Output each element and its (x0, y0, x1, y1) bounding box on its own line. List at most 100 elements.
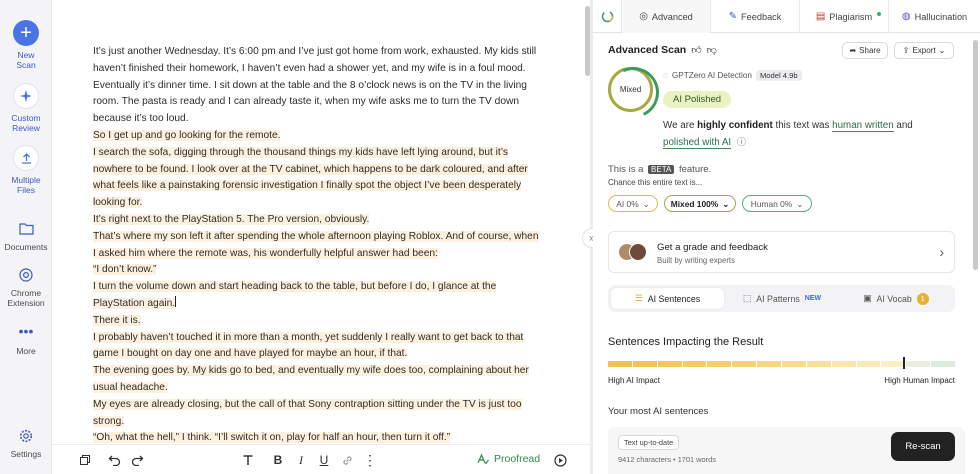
mixed-probability-chip[interactable]: Mixed 100% ⌄ (664, 195, 736, 212)
document-paragraph[interactable]: That’s where my son left it after spendi… (93, 229, 541, 263)
patterns-icon: ⬚ (742, 293, 752, 303)
gptzero-small-icon: ◌ (663, 71, 668, 80)
ai-sentences-label: AI Sentences (647, 293, 701, 304)
more-button[interactable]: ••• More (0, 324, 52, 356)
grade-title: Get a grade and feedback (657, 242, 768, 253)
document-paragraph[interactable]: So I get up and go looking for the remot… (93, 128, 541, 145)
chrome-extension-label: Chrome Extension (7, 288, 45, 308)
paragraph-text: I turn the volume down and start heading… (93, 281, 497, 309)
underline-icon: U (319, 453, 329, 467)
model-tag: Model 4.9b (755, 70, 802, 81)
ai-patterns-tab[interactable]: ⬚ AI Patterns NEW (726, 288, 838, 309)
impact-segment (782, 361, 806, 367)
ai-vocab-tab[interactable]: ▣ AI Vocab 1 (840, 288, 952, 309)
folder-icon (0, 222, 52, 238)
human-chip-label: Human 0% (750, 198, 793, 209)
underline-button[interactable]: U (316, 451, 332, 469)
vocab-icon: ▣ (863, 293, 872, 303)
info-icon[interactable]: ⓘ (737, 137, 746, 147)
proofread-button[interactable]: Proofread (477, 453, 540, 465)
paragraph-text: The evening goes by. My kids go to bed, … (93, 365, 529, 393)
up-to-date-badge: Text up-to-date (618, 435, 680, 450)
plus-icon: + (13, 20, 39, 46)
share-label: Share (859, 46, 881, 55)
ai-vocab-label: AI Vocab (876, 293, 912, 304)
polished-with-ai-link[interactable]: polished with AI (663, 137, 732, 149)
documents-button[interactable]: Documents (0, 222, 52, 252)
mixed-score-ring: Mixed (608, 67, 653, 112)
impact-segment (906, 361, 931, 367)
document-editor[interactable]: It’s just another Wednesday. It’s 6:00 p… (52, 0, 582, 474)
multiple-files-label: Multiple Files (11, 175, 41, 195)
document-paragraph[interactable]: It’s just another Wednesday. It’s 6:00 p… (93, 44, 541, 128)
thumbs-down-icon[interactable]: 👎︎ (707, 44, 717, 56)
italic-button[interactable]: I (293, 451, 309, 469)
document-paragraph[interactable]: It’s right next to the PlayStation 5. Th… (93, 212, 541, 229)
copy-button[interactable] (77, 451, 93, 469)
play-icon (553, 453, 567, 467)
vertical-dots-icon: ⋮ (363, 452, 377, 468)
chevron-down-icon: ⌄ (796, 198, 804, 209)
document-paragraph[interactable]: “I don’t know.” (93, 262, 541, 279)
tab-feedback[interactable]: ✎ Feedback (711, 0, 800, 33)
share-button[interactable]: ➦ Share (842, 42, 888, 59)
redo-icon (131, 455, 143, 466)
settings-button[interactable]: Settings (0, 429, 52, 459)
multiple-files-button[interactable]: Multiple Files (0, 145, 52, 195)
tab-plagiarism[interactable]: ▤ Plagiarism (800, 0, 889, 33)
thumbs-up-icon[interactable]: 👍︎ (691, 44, 701, 56)
paragraph-text: “Oh, what the hell,” I think. “I’ll swit… (93, 432, 451, 444)
impact-right-label: High Human Impact (884, 376, 955, 385)
bold-button[interactable]: B (270, 451, 286, 469)
panel-scrollbar[interactable] (973, 40, 978, 270)
human-probability-chip[interactable]: Human 0% ⌄ (742, 195, 812, 212)
paragraph-text: I probably haven’t touched it in more th… (93, 331, 524, 360)
document-paragraph[interactable]: I search the sofa, digging through the t… (93, 145, 541, 212)
document-paragraph[interactable]: There it is. (93, 313, 541, 330)
impact-segment (806, 361, 831, 367)
paragraph-text: I search the sofa, digging through the t… (93, 146, 528, 209)
tab-hallucination[interactable]: ◍ Hallucination (889, 0, 980, 33)
grade-feedback-card[interactable]: Get a grade and feedback Built by writin… (608, 231, 955, 273)
beta-pre: This is a (608, 164, 647, 175)
impact-segment (707, 361, 732, 367)
export-button[interactable]: ⇪ Export ⌄ (894, 42, 954, 59)
impact-segment (931, 361, 956, 367)
more-options-button[interactable]: ⋮ (363, 451, 377, 469)
tab-advanced-label: Advanced (651, 11, 693, 22)
ai-patterns-label: AI Patterns (756, 293, 800, 304)
share-icon: ➦ (849, 46, 857, 55)
undo-icon (108, 455, 120, 466)
ai-sentences-tab[interactable]: ☰ AI Sentences (611, 288, 724, 309)
chrome-extension-button[interactable]: Chrome Extension (0, 268, 52, 308)
play-button[interactable] (552, 451, 568, 469)
impact-segment (732, 361, 757, 367)
document-paragraph[interactable]: I turn the volume down and start heading… (93, 279, 541, 313)
link-button[interactable] (339, 451, 355, 469)
text-style-button[interactable] (240, 451, 256, 469)
more-label: More (16, 346, 36, 356)
confidence-and: and (893, 120, 913, 131)
vocab-count-badge: 1 (916, 292, 929, 305)
tab-logo[interactable] (593, 0, 622, 33)
document-stats: 9412 characters • 1701 words (618, 455, 716, 464)
document-text[interactable]: It’s just another Wednesday. It’s 6:00 p… (93, 44, 541, 447)
undo-button[interactable] (106, 451, 122, 469)
chevron-down-icon: ⌄ (642, 198, 650, 209)
ai-probability-chip[interactable]: AI 0% ⌄ (608, 195, 658, 212)
document-paragraph[interactable]: I probably haven’t touched it in more th… (93, 330, 541, 364)
document-paragraph[interactable]: My eyes are already closing, but the cal… (93, 397, 541, 431)
text-cursor (175, 295, 177, 307)
impact-title: Sentences Impacting the Result (608, 336, 764, 348)
impact-segment (608, 361, 632, 367)
document-paragraph[interactable]: The evening goes by. My kids go to bed, … (93, 363, 541, 397)
tab-plagiarism-label: Plagiarism (829, 11, 873, 22)
custom-review-button[interactable]: Custom Review (0, 83, 52, 133)
human-written-link[interactable]: human written (832, 120, 894, 132)
mixed-chip-label: Mixed 100% (670, 198, 719, 209)
tab-advanced[interactable]: ◎ Advanced (622, 0, 711, 33)
rescan-button[interactable]: Re-scan (891, 432, 955, 461)
most-ai-sentences-heading: Your most AI sentences (608, 406, 709, 417)
redo-button[interactable] (129, 451, 145, 469)
new-scan-button[interactable]: + New Scan (0, 20, 52, 70)
